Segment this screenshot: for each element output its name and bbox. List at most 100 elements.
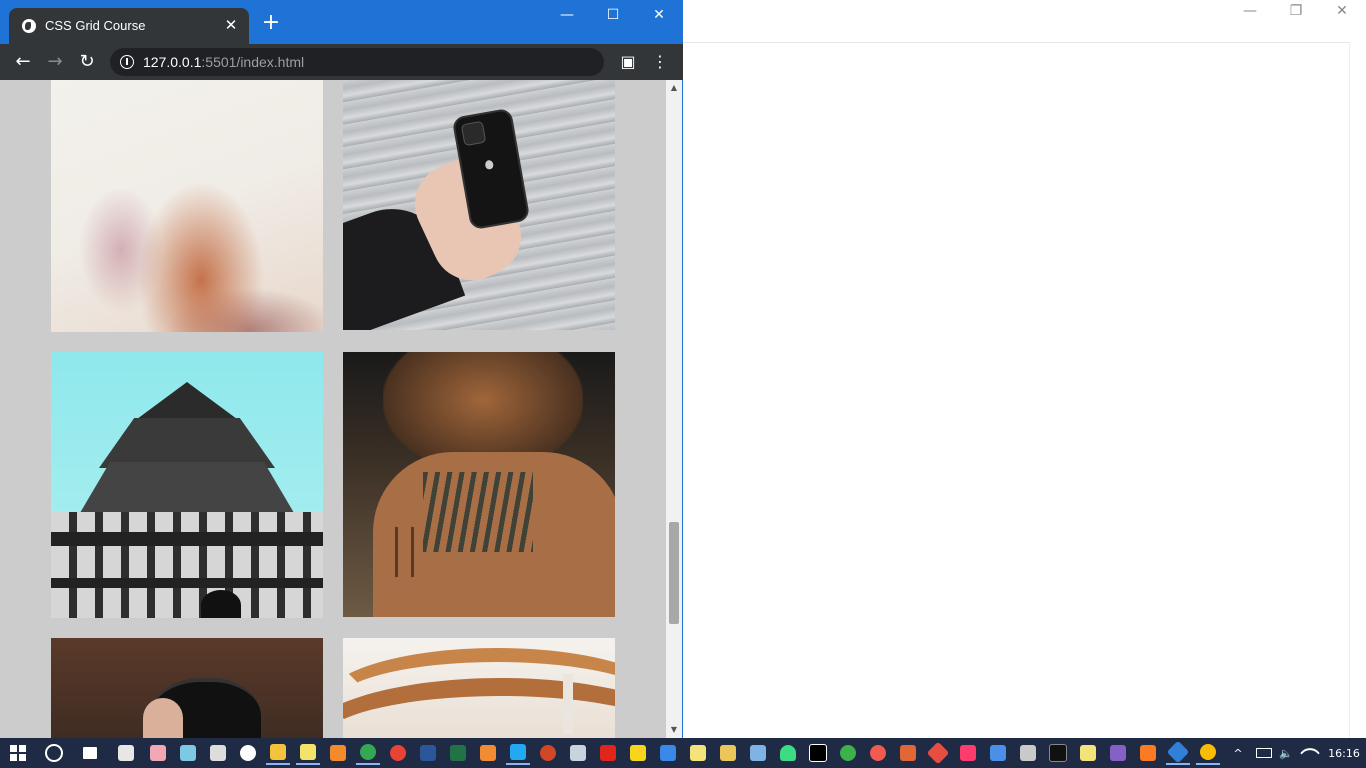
printer-icon bbox=[1020, 745, 1036, 761]
remote-desktop-icon bbox=[570, 745, 586, 761]
paint-icon bbox=[150, 745, 166, 761]
pillar bbox=[563, 674, 573, 734]
cortana-search-button[interactable] bbox=[42, 741, 66, 765]
clock[interactable]: 16:16 bbox=[1328, 738, 1360, 768]
forward-button[interactable]: → bbox=[43, 50, 67, 74]
taskbar-app-note[interactable] bbox=[686, 741, 710, 765]
taskbar-app-settings[interactable] bbox=[236, 741, 260, 765]
minimize-button[interactable]: — bbox=[544, 0, 590, 30]
bg-close-button[interactable]: ✕ bbox=[1319, 0, 1365, 22]
tab-css-grid-course[interactable]: CSS Grid Course ✕ bbox=[9, 8, 249, 44]
tab-close-icon[interactable]: ✕ bbox=[221, 15, 241, 35]
task-view-icon bbox=[83, 747, 97, 759]
apple-logo-icon bbox=[484, 159, 494, 170]
wifi-icon[interactable] bbox=[1300, 738, 1320, 768]
start-button[interactable] bbox=[6, 741, 30, 765]
taskbar-app-tool[interactable] bbox=[176, 741, 200, 765]
new-tab-button[interactable]: + bbox=[260, 12, 282, 34]
app-icon bbox=[960, 745, 976, 761]
profile-icon[interactable]: ▣ bbox=[616, 50, 640, 74]
word-icon bbox=[420, 745, 436, 761]
pagoda-top bbox=[133, 382, 241, 422]
url-path: :5501/index.html bbox=[201, 54, 305, 70]
page-scrollbar[interactable]: ▲ ▼ bbox=[666, 80, 682, 738]
edit-icon bbox=[1080, 745, 1096, 761]
windows-logo-icon bbox=[10, 745, 26, 761]
taskbar-app-edit[interactable] bbox=[1076, 741, 1100, 765]
taskbar-app-doc[interactable] bbox=[986, 741, 1010, 765]
close-button[interactable]: ✕ bbox=[636, 0, 682, 30]
info-icon[interactable] bbox=[120, 55, 134, 69]
scroll-down-arrow-icon[interactable]: ▼ bbox=[666, 722, 682, 738]
taskbar-app-pink[interactable] bbox=[956, 741, 980, 765]
bg-restore-button[interactable]: ❐ bbox=[1273, 0, 1319, 22]
taskbar-app-grid[interactable] bbox=[746, 741, 770, 765]
taskbar-app-printer[interactable] bbox=[1016, 741, 1040, 765]
taskbar-app-check[interactable] bbox=[866, 741, 890, 765]
taskbar-app-terminal[interactable] bbox=[1046, 741, 1070, 765]
taskbar-app-word[interactable] bbox=[416, 741, 440, 765]
taskbar-app-chrome[interactable] bbox=[356, 741, 380, 765]
taskbar-app-powerpoint[interactable] bbox=[536, 741, 560, 765]
taskbar-app-keys[interactable] bbox=[716, 741, 740, 765]
taskbar-app-calculator[interactable] bbox=[206, 741, 230, 765]
taskbar-app-remote[interactable] bbox=[566, 741, 590, 765]
pagoda-base bbox=[51, 512, 323, 618]
tray-overflow-icon[interactable]: ^ bbox=[1230, 738, 1246, 768]
windows-taskbar: ^ 🔈 16:16 bbox=[0, 738, 1366, 768]
sourcetree-icon bbox=[1166, 740, 1190, 764]
visual-studio-icon bbox=[1110, 745, 1126, 761]
scrollbar-thumb[interactable] bbox=[669, 522, 679, 624]
vscode-icon bbox=[510, 744, 526, 760]
taskbar-app-media[interactable] bbox=[326, 741, 350, 765]
taskbar-app-matlab[interactable] bbox=[896, 741, 920, 765]
volume-icon[interactable]: 🔈 bbox=[1276, 738, 1296, 768]
taskbar-app-explorer[interactable] bbox=[266, 741, 290, 765]
hand bbox=[143, 698, 183, 738]
taskbar-app-visual-studio[interactable] bbox=[1106, 741, 1130, 765]
document-icon bbox=[990, 745, 1006, 761]
taskbar-app-sticky[interactable] bbox=[626, 741, 650, 765]
menu-icon[interactable]: ⋮ bbox=[648, 50, 672, 74]
taskbar-app-chat[interactable] bbox=[836, 741, 860, 765]
address-bar[interactable]: 127.0.0.1:5501/index.html bbox=[110, 48, 604, 76]
back-button[interactable]: ← bbox=[11, 50, 35, 74]
bg-minimize-button[interactable]: — bbox=[1227, 0, 1273, 22]
chrome-icon bbox=[1200, 744, 1216, 760]
battery-shape bbox=[1256, 748, 1272, 758]
bg-scrollbar[interactable] bbox=[1349, 42, 1366, 738]
calculator-icon bbox=[210, 745, 226, 761]
drawstring bbox=[411, 527, 414, 577]
grid-image-architecture bbox=[343, 638, 615, 738]
battery-icon[interactable] bbox=[1254, 738, 1274, 768]
taskbar-app-chrome-active[interactable] bbox=[1196, 741, 1220, 765]
pagoda-roof bbox=[51, 532, 323, 546]
taskbar-app-sourcetree[interactable] bbox=[1166, 740, 1190, 765]
task-view-button[interactable] bbox=[78, 741, 102, 765]
taskbar-app-notes[interactable] bbox=[296, 741, 320, 765]
taskbar-app-acrobat[interactable] bbox=[596, 741, 620, 765]
scroll-up-arrow-icon[interactable]: ▲ bbox=[666, 80, 682, 96]
url-text[interactable]: 127.0.0.1:5501/index.html bbox=[143, 54, 304, 70]
taskbar-app-vscode[interactable] bbox=[506, 741, 530, 765]
taskbar-app-sublime[interactable] bbox=[476, 741, 500, 765]
tab-title: CSS Grid Course bbox=[45, 18, 146, 33]
taskbar-app-paint[interactable] bbox=[146, 741, 170, 765]
folder-icon bbox=[270, 744, 286, 760]
maximize-button[interactable]: ☐ bbox=[590, 0, 636, 30]
taskbar-app-snip[interactable] bbox=[656, 741, 680, 765]
browser-titlebar: CSS Grid Course ✕ + — ☐ ✕ bbox=[0, 0, 683, 44]
acrobat-icon bbox=[600, 745, 616, 761]
taskbar-app-excel[interactable] bbox=[446, 741, 470, 765]
taskbar-app-mail[interactable] bbox=[114, 741, 138, 765]
excel-icon bbox=[450, 745, 466, 761]
taskbar-app-chrome-2[interactable] bbox=[386, 741, 410, 765]
keys-icon bbox=[720, 745, 736, 761]
reload-button[interactable]: ↻ bbox=[75, 50, 99, 74]
taskbar-app-android[interactable] bbox=[776, 741, 800, 765]
taskbar-app-xampp[interactable] bbox=[1136, 741, 1160, 765]
taskbar-app-intellij[interactable] bbox=[806, 741, 830, 765]
globe-icon bbox=[22, 19, 36, 33]
grid-image-abstract-hair bbox=[51, 80, 323, 332]
taskbar-app-git[interactable] bbox=[926, 741, 950, 765]
